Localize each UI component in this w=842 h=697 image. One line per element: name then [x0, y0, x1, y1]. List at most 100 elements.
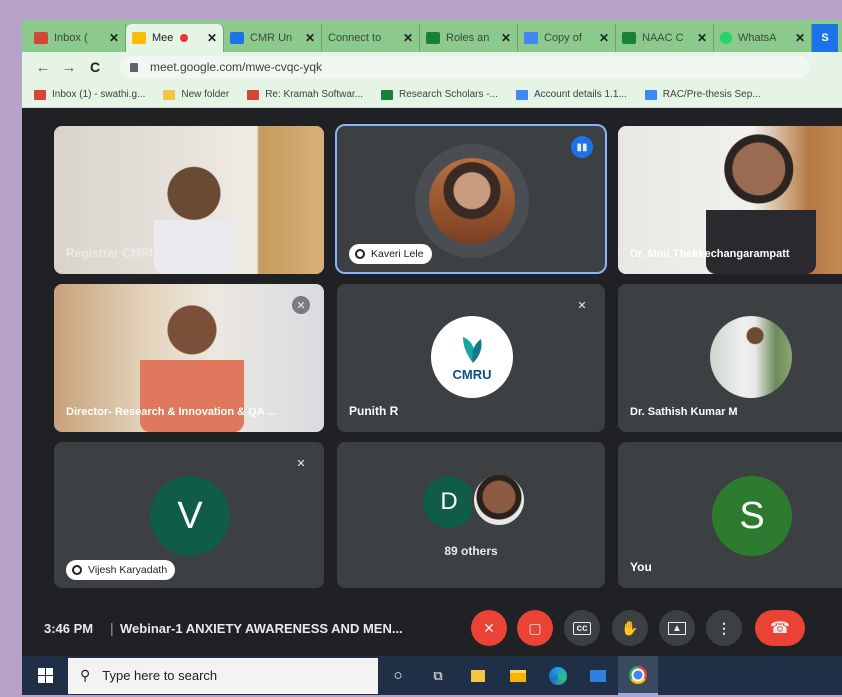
close-icon[interactable]: ✕: [795, 31, 805, 45]
tab-copy[interactable]: Copy of ✕: [518, 24, 616, 52]
forward-icon[interactable]: →: [58, 59, 80, 76]
tab-title: NAAC C: [642, 32, 684, 44]
close-icon[interactable]: ✕: [501, 31, 511, 45]
mic-off-icon: ✕: [577, 299, 587, 312]
tab-title: S: [821, 32, 829, 44]
hand-icon: ✋: [621, 619, 639, 636]
whatsapp-icon: [720, 32, 732, 44]
participant-tile[interactable]: V ✕ Vijesh Karyadath: [54, 442, 324, 588]
meeting-time: 3:46 PM: [44, 620, 94, 636]
screen: Inbox ( ✕ Mee ✕ CMR Un ✕ Connect to ✕ Ro…: [22, 20, 842, 695]
close-icon[interactable]: ✕: [697, 31, 707, 45]
tab-title: Roles an: [446, 32, 490, 44]
tab-title: Copy of: [544, 32, 582, 44]
participant-name-chip: Vijesh Karyadath: [66, 560, 176, 580]
edge-icon[interactable]: [538, 656, 578, 695]
camera-toggle-button[interactable]: ▢: [517, 610, 553, 646]
close-icon[interactable]: ✕: [207, 31, 217, 45]
present-button[interactable]: ▲: [659, 610, 695, 646]
task-view-icon[interactable]: ⧉: [418, 656, 458, 695]
bookmark-label: Research Scholars -...: [399, 89, 498, 100]
participant-tile[interactable]: Dr. Mini Thekkechangarampatt: [618, 126, 842, 274]
captions-icon: cc: [573, 621, 591, 635]
participant-name: Vijesh Karyadath: [88, 564, 168, 576]
raise-hand-button[interactable]: ✋: [612, 610, 648, 646]
close-icon[interactable]: ✕: [599, 31, 609, 45]
bookmark-label: Inbox (1) - swathi.g...: [52, 89, 146, 100]
meeting-title: Webinar-1 ANXIETY AWARENESS AND MEN...: [120, 620, 403, 636]
participant-tile[interactable]: ✕ Director- Research & Innovation & QA .…: [54, 284, 324, 432]
tab-inbox[interactable]: Inbox ( ✕: [28, 24, 126, 52]
participant-tile-others[interactable]: D 89 others: [337, 442, 605, 588]
reload-icon[interactable]: C: [84, 59, 106, 75]
camera-off-icon: ▢: [528, 619, 542, 636]
store-icon[interactable]: [458, 656, 498, 695]
tab-whatsapp[interactable]: WhatsA ✕: [714, 24, 812, 52]
tab-roles[interactable]: Roles an ✕: [420, 24, 518, 52]
bookmark-research[interactable]: Research Scholars -...: [381, 89, 498, 100]
participant-tile[interactable]: Dr. Sathish Kumar M: [618, 284, 842, 432]
participant-tile[interactable]: ▮▮ Kaveri Lele: [335, 124, 607, 274]
bookmark-label: Account details 1.1...: [533, 89, 627, 100]
windows-icon: [37, 668, 53, 683]
participant-name: Dr. Mini Thekkechangarampatt: [630, 248, 790, 260]
meeting-controls: 3:46 PM | Webinar-1 ANXIETY AWARENESS AN…: [22, 604, 842, 652]
person-silhouette: [154, 162, 234, 274]
lock-icon: [130, 62, 138, 72]
gmail-icon: [34, 89, 46, 100]
close-icon[interactable]: ✕: [109, 31, 119, 45]
tab-cmr[interactable]: CMR Un ✕: [224, 24, 322, 52]
present-icon: ▲: [668, 621, 686, 635]
tab-title: Connect to: [328, 32, 382, 44]
search-icon: ⚲: [80, 667, 91, 683]
tab-title: Inbox (: [54, 32, 88, 44]
bookmark-label: New folder: [181, 89, 230, 100]
meet-icon: [132, 32, 146, 44]
url-text: meet.google.com/mwe-cvqc-yqk: [150, 60, 323, 74]
participant-name: Punith R: [349, 404, 399, 418]
tab-s[interactable]: S: [812, 24, 838, 52]
bookmark-inbox[interactable]: Inbox (1) - swathi.g...: [34, 89, 145, 100]
more-options-button[interactable]: ⋮: [706, 610, 742, 646]
mic-toggle-button[interactable]: ✕: [471, 610, 507, 646]
docs-icon: [524, 32, 538, 44]
tab-title: WhatsA: [738, 32, 777, 44]
url-field[interactable]: meet.google.com/mwe-cvqc-yqk: [120, 56, 810, 78]
captions-button[interactable]: cc: [564, 610, 600, 646]
search-placeholder: Type here to search: [102, 668, 218, 683]
tab-meet[interactable]: Mee ✕: [126, 24, 224, 52]
start-button[interactable]: [22, 656, 68, 695]
bookmark-rac[interactable]: RAC/Pre-thesis Sep...: [644, 89, 761, 100]
docs-icon: [644, 89, 657, 100]
speaking-indicator-icon: ▮▮: [571, 136, 593, 158]
chrome-icon[interactable]: [618, 656, 658, 695]
tab-naac[interactable]: NAAC C ✕: [616, 24, 714, 52]
tab-bar: Inbox ( ✕ Mee ✕ CMR Un ✕ Connect to ✕ Ro…: [22, 20, 842, 52]
participant-tile-self[interactable]: S You: [618, 442, 842, 588]
bookmark-account[interactable]: Account details 1.1...: [515, 89, 627, 100]
bookmark-kramah[interactable]: Re: Kramah Softwar...: [247, 89, 363, 100]
participant-tile[interactable]: Registrar CMRU: [54, 126, 324, 274]
back-icon[interactable]: ←: [32, 59, 54, 76]
sheets-icon: [426, 32, 440, 44]
tab-connect[interactable]: Connect to ✕: [322, 24, 420, 52]
cortana-icon[interactable]: ○: [378, 656, 418, 695]
taskbar-search[interactable]: ⚲ Type here to search: [68, 657, 378, 694]
sheets-icon: [622, 32, 636, 44]
hang-up-icon: ☎: [770, 620, 790, 637]
leave-call-button[interactable]: ☎: [755, 610, 805, 646]
close-icon[interactable]: ✕: [305, 31, 315, 45]
bookmarks-bar: Inbox (1) - swathi.g... New folder Re: K…: [22, 82, 842, 108]
participant-name: You: [630, 560, 652, 574]
mic-off-icon: ✕: [292, 296, 310, 314]
file-explorer-icon[interactable]: [498, 656, 538, 695]
bookmark-new-folder[interactable]: New folder: [163, 89, 229, 100]
address-bar: ← → C meet.google.com/mwe-cvqc-yqk: [22, 52, 842, 82]
close-icon[interactable]: ✕: [403, 31, 413, 45]
participant-name: Director- Research & Innovation & QA ...: [66, 406, 277, 418]
cmr-icon: [230, 32, 244, 44]
mail-icon[interactable]: [578, 656, 618, 695]
participant-name-chip: Kaveri Lele: [349, 244, 432, 264]
folder-icon: [163, 89, 176, 100]
participant-tile[interactable]: CMRU ✕ Punith R: [337, 284, 605, 432]
